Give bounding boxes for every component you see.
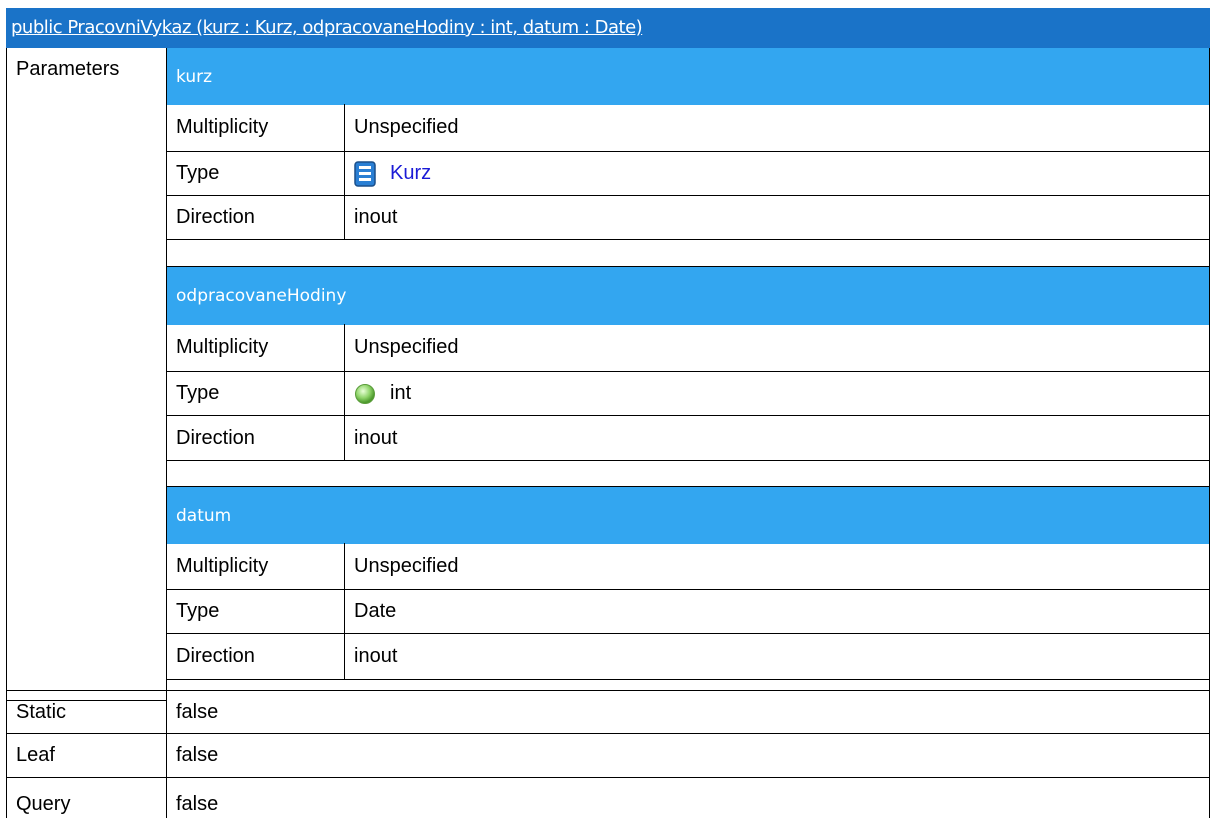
direction-label-cell: Direction	[166, 416, 344, 461]
primitive-type-icon	[354, 383, 376, 405]
leaf-label-cell: Leaf	[6, 734, 166, 778]
direction-label-cell: Direction	[166, 634, 344, 680]
direction-value: inout	[354, 645, 398, 667]
direction-value-cell: inout	[344, 634, 1210, 680]
direction-label: Direction	[176, 645, 255, 667]
operation-detail-table: public PracovniVykaz (kurz : Kurz, odpra…	[6, 0, 1210, 818]
parameter-spacer	[166, 461, 1210, 487]
type-label: Type	[176, 382, 220, 404]
static-label-cell: Static	[6, 690, 166, 734]
type-label: Type	[176, 162, 220, 184]
direction-value-cell: inout	[344, 416, 1210, 461]
operation-signature[interactable]: public PracovniVykaz (kurz : Kurz, odpra…	[11, 17, 643, 38]
leaf-value: false	[176, 744, 219, 766]
direction-value: inout	[354, 206, 398, 228]
multiplicity-label-cell: Multiplicity	[166, 543, 344, 590]
parameter-header-kurz: kurz	[166, 48, 1210, 105]
multiplicity-label-cell: Multiplicity	[166, 324, 344, 372]
type-value-cell: int	[344, 372, 1210, 416]
parameter-spacer	[166, 240, 1210, 267]
direction-label: Direction	[176, 426, 255, 449]
multiplicity-label: Multiplicity	[176, 336, 269, 358]
static-value: false	[176, 700, 219, 723]
multiplicity-label-cell: Multiplicity	[166, 104, 344, 152]
multiplicity-value-cell: Unspecified	[344, 543, 1210, 590]
parameters-label-cell: Parameters	[6, 48, 166, 701]
parameters-label: Parameters	[16, 58, 120, 80]
query-value: false	[176, 793, 219, 815]
type-link-kurz[interactable]: Kurz	[390, 162, 431, 185]
query-label: Query	[16, 793, 71, 815]
direction-label: Direction	[176, 206, 255, 228]
static-value-cell: false	[166, 690, 1210, 734]
parameter-name: datum	[176, 505, 232, 526]
operation-signature-header[interactable]: public PracovniVykaz (kurz : Kurz, odpra…	[6, 8, 1210, 48]
multiplicity-value: Unspecified	[354, 116, 459, 138]
direction-value: inout	[354, 426, 398, 449]
multiplicity-value: Unspecified	[354, 336, 459, 358]
multiplicity-value-cell: Unspecified	[344, 104, 1210, 152]
type-label-cell: Type	[166, 372, 344, 416]
class-icon	[354, 160, 376, 187]
multiplicity-label: Multiplicity	[176, 116, 269, 138]
multiplicity-label: Multiplicity	[176, 554, 269, 577]
parameter-name: kurz	[176, 66, 213, 87]
static-label: Static	[16, 700, 67, 723]
type-value: int	[390, 382, 412, 404]
multiplicity-value: Unspecified	[354, 554, 459, 577]
direction-label-cell: Direction	[166, 196, 344, 240]
type-label: Type	[176, 600, 220, 622]
direction-value-cell: inout	[344, 196, 1210, 240]
leaf-label: Leaf	[16, 744, 55, 766]
type-value-cell: Date	[344, 590, 1210, 634]
parameter-header-odpracovanehodiny: odpracovaneHodiny	[166, 267, 1210, 325]
multiplicity-value-cell: Unspecified	[344, 324, 1210, 372]
parameter-name: odpracovaneHodiny	[176, 286, 347, 306]
type-value: Date	[354, 600, 397, 622]
type-label-cell: Type	[166, 152, 344, 196]
leaf-value-cell: false	[166, 734, 1210, 778]
parameter-header-datum: datum	[166, 487, 1210, 544]
type-value-cell: Kurz	[344, 152, 1210, 196]
type-label-cell: Type	[166, 590, 344, 634]
query-label-cell: Query	[6, 778, 166, 818]
query-value-cell: false	[166, 778, 1210, 818]
